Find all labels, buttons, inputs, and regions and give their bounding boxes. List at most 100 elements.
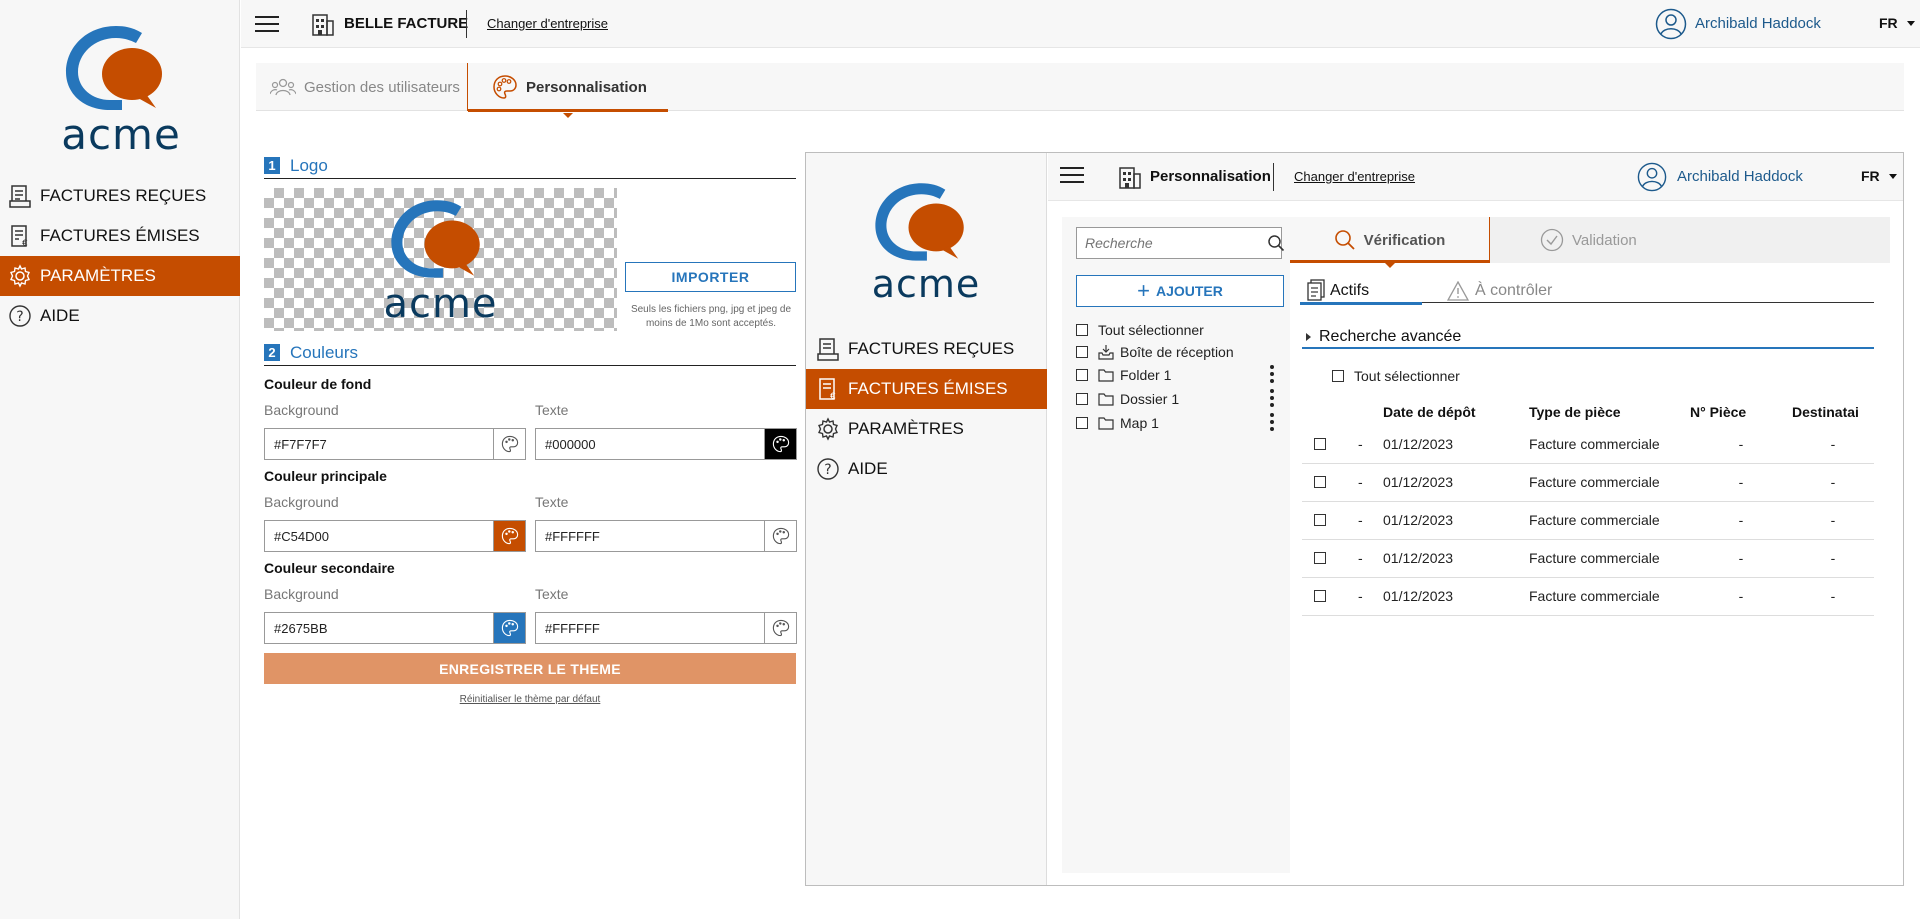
user-name[interactable]: Archibald Haddock xyxy=(1677,168,1803,185)
reset-theme-link[interactable]: Réinitialiser le thème par défaut xyxy=(264,694,796,705)
tab-personnalisation[interactable]: Personnalisation xyxy=(467,63,668,118)
checkbox[interactable] xyxy=(1076,369,1088,381)
palette-icon[interactable] xyxy=(493,613,525,643)
chevron-down-icon[interactable] xyxy=(1907,21,1915,26)
active-tab-notch xyxy=(1385,263,1395,268)
field-label: Background xyxy=(264,586,339,602)
select-all-row[interactable]: Tout sélectionner xyxy=(1332,368,1460,384)
checkbox[interactable] xyxy=(1314,552,1326,564)
column-header[interactable]: Type de pièce xyxy=(1529,399,1690,425)
group-title: Couleur secondaire xyxy=(264,560,395,576)
color-input[interactable] xyxy=(265,613,493,643)
user-name[interactable]: Archibald Haddock xyxy=(1695,15,1821,32)
palette-icon[interactable] xyxy=(764,521,796,551)
table-row[interactable]: - 01/12/2023 Facture commerciale - - xyxy=(1302,425,1874,464)
color-input[interactable] xyxy=(536,521,764,551)
tab-label: Actifs xyxy=(1330,282,1370,299)
tree-item-inbox[interactable]: Boîte de réception xyxy=(1076,341,1286,363)
search-icon xyxy=(1334,229,1356,251)
table-row[interactable]: - 01/12/2023 Facture commerciale - - xyxy=(1302,539,1874,578)
sidebar-item-factures-recues[interactable]: FACTURES REÇUES xyxy=(806,329,1047,369)
checkbox[interactable] xyxy=(1076,393,1088,405)
palette-icon[interactable] xyxy=(764,613,796,643)
column-header[interactable]: Destinatai xyxy=(1792,399,1874,425)
user-avatar-icon[interactable] xyxy=(1637,162,1667,192)
sidebar-item-aide[interactable]: ? AIDE xyxy=(806,449,1047,489)
tab-actifs[interactable]: Actifs xyxy=(1300,279,1422,305)
advanced-search-toggle[interactable]: Recherche avancée xyxy=(1302,327,1874,349)
tab-validation[interactable]: Validation xyxy=(1540,217,1680,263)
settings-tabs: Gestion des utilisateurs Personnalisatio… xyxy=(256,63,1904,118)
more-options-icon[interactable] xyxy=(1270,389,1274,407)
table-cell: - xyxy=(1690,539,1792,578)
color-input[interactable] xyxy=(265,521,493,551)
table-row[interactable]: - 01/12/2023 Facture commerciale - - xyxy=(1302,577,1874,616)
tab-verification[interactable]: Vérification xyxy=(1290,217,1490,268)
table-row[interactable]: - 01/12/2023 Facture commerciale - - xyxy=(1302,501,1874,540)
sidebar-item-factures-emises[interactable]: € FACTURES ÉMISES xyxy=(806,369,1047,409)
palette-icon[interactable] xyxy=(493,521,525,551)
table-cell: - xyxy=(1340,463,1383,502)
add-button[interactable]: + AJOUTER xyxy=(1076,275,1284,307)
palette-icon[interactable] xyxy=(764,429,796,459)
checkbox[interactable] xyxy=(1314,590,1326,602)
table-cell: - xyxy=(1340,501,1383,540)
tab-label: Personnalisation xyxy=(526,78,647,96)
table-cell: 01/12/2023 xyxy=(1383,501,1529,540)
change-company-link[interactable]: Changer d'entreprise xyxy=(1294,169,1415,184)
checkbox[interactable] xyxy=(1314,476,1326,488)
column-header[interactable]: N° Pièce xyxy=(1690,399,1792,425)
palette-icon[interactable] xyxy=(493,429,525,459)
table-cell: - xyxy=(1340,425,1383,464)
divider xyxy=(1273,163,1274,191)
change-company-link[interactable]: Changer d'entreprise xyxy=(487,16,608,31)
search-input[interactable] xyxy=(1077,235,1267,251)
acme-logo: acme xyxy=(868,177,984,305)
checkbox[interactable] xyxy=(1076,346,1088,358)
more-options-icon[interactable] xyxy=(1270,413,1274,431)
tree-item-folder[interactable]: Folder 1 xyxy=(1076,363,1286,387)
color-input[interactable] xyxy=(536,429,764,459)
logo-wordmark: acme xyxy=(871,262,981,306)
table-cell: - xyxy=(1792,501,1874,540)
checkbox[interactable] xyxy=(1314,437,1326,450)
chevron-down-icon[interactable] xyxy=(1889,174,1897,179)
language-selector[interactable]: FR xyxy=(1879,15,1898,31)
tab-gestion-utilisateurs[interactable]: Gestion des utilisateurs xyxy=(270,63,462,111)
language-selector[interactable]: FR xyxy=(1861,168,1880,184)
checkbox[interactable] xyxy=(1076,417,1088,429)
sidebar-item-parametres[interactable]: PARAMÈTRES xyxy=(0,256,240,296)
more-options-icon[interactable] xyxy=(1270,365,1274,383)
tree-item-folder[interactable]: Map 1 xyxy=(1076,411,1286,435)
folder-icon xyxy=(1098,416,1114,430)
color-input[interactable] xyxy=(265,429,493,459)
issued-invoice-icon: € xyxy=(8,224,32,248)
sidebar-item-label: PARAMÈTRES xyxy=(848,419,964,438)
hamburger-menu-icon[interactable] xyxy=(255,12,281,36)
user-avatar-icon[interactable] xyxy=(1655,8,1687,40)
checkbox[interactable] xyxy=(1076,324,1088,336)
tree-item-folder[interactable]: Dossier 1 xyxy=(1076,387,1286,411)
sidebar-item-parametres[interactable]: PARAMÈTRES xyxy=(806,409,1047,449)
import-button[interactable]: IMPORTER xyxy=(625,262,796,292)
tree-select-all[interactable]: Tout sélectionner xyxy=(1076,319,1286,341)
checkbox[interactable] xyxy=(1332,370,1344,382)
hamburger-menu-icon[interactable] xyxy=(1060,166,1084,184)
checkbox[interactable] xyxy=(1314,514,1326,526)
received-invoice-icon xyxy=(816,337,840,361)
sidebar-item-label: AIDE xyxy=(40,306,80,325)
text-color-field xyxy=(535,520,797,552)
sidebar-item-factures-emises[interactable]: € FACTURES ÉMISES xyxy=(0,216,240,256)
folder-tree: Tout sélectionner Boîte de réception Fol… xyxy=(1076,319,1286,435)
table-row[interactable]: - 01/12/2023 Facture commerciale - - xyxy=(1302,463,1874,502)
color-input[interactable] xyxy=(536,613,764,643)
tab-a-controler[interactable]: À contrôler xyxy=(1447,279,1552,303)
search-icon[interactable] xyxy=(1267,234,1285,252)
users-icon xyxy=(270,77,296,97)
sidebar-item-aide[interactable]: ? AIDE xyxy=(0,296,240,336)
tab-label: À contrôler xyxy=(1475,282,1553,299)
save-theme-button[interactable]: ENREGISTRER LE THEME xyxy=(264,653,796,684)
column-header[interactable]: Date de dépôt xyxy=(1383,399,1529,425)
inbox-icon xyxy=(1098,344,1114,360)
sidebar-item-factures-recues[interactable]: FACTURES REÇUES xyxy=(0,176,240,216)
